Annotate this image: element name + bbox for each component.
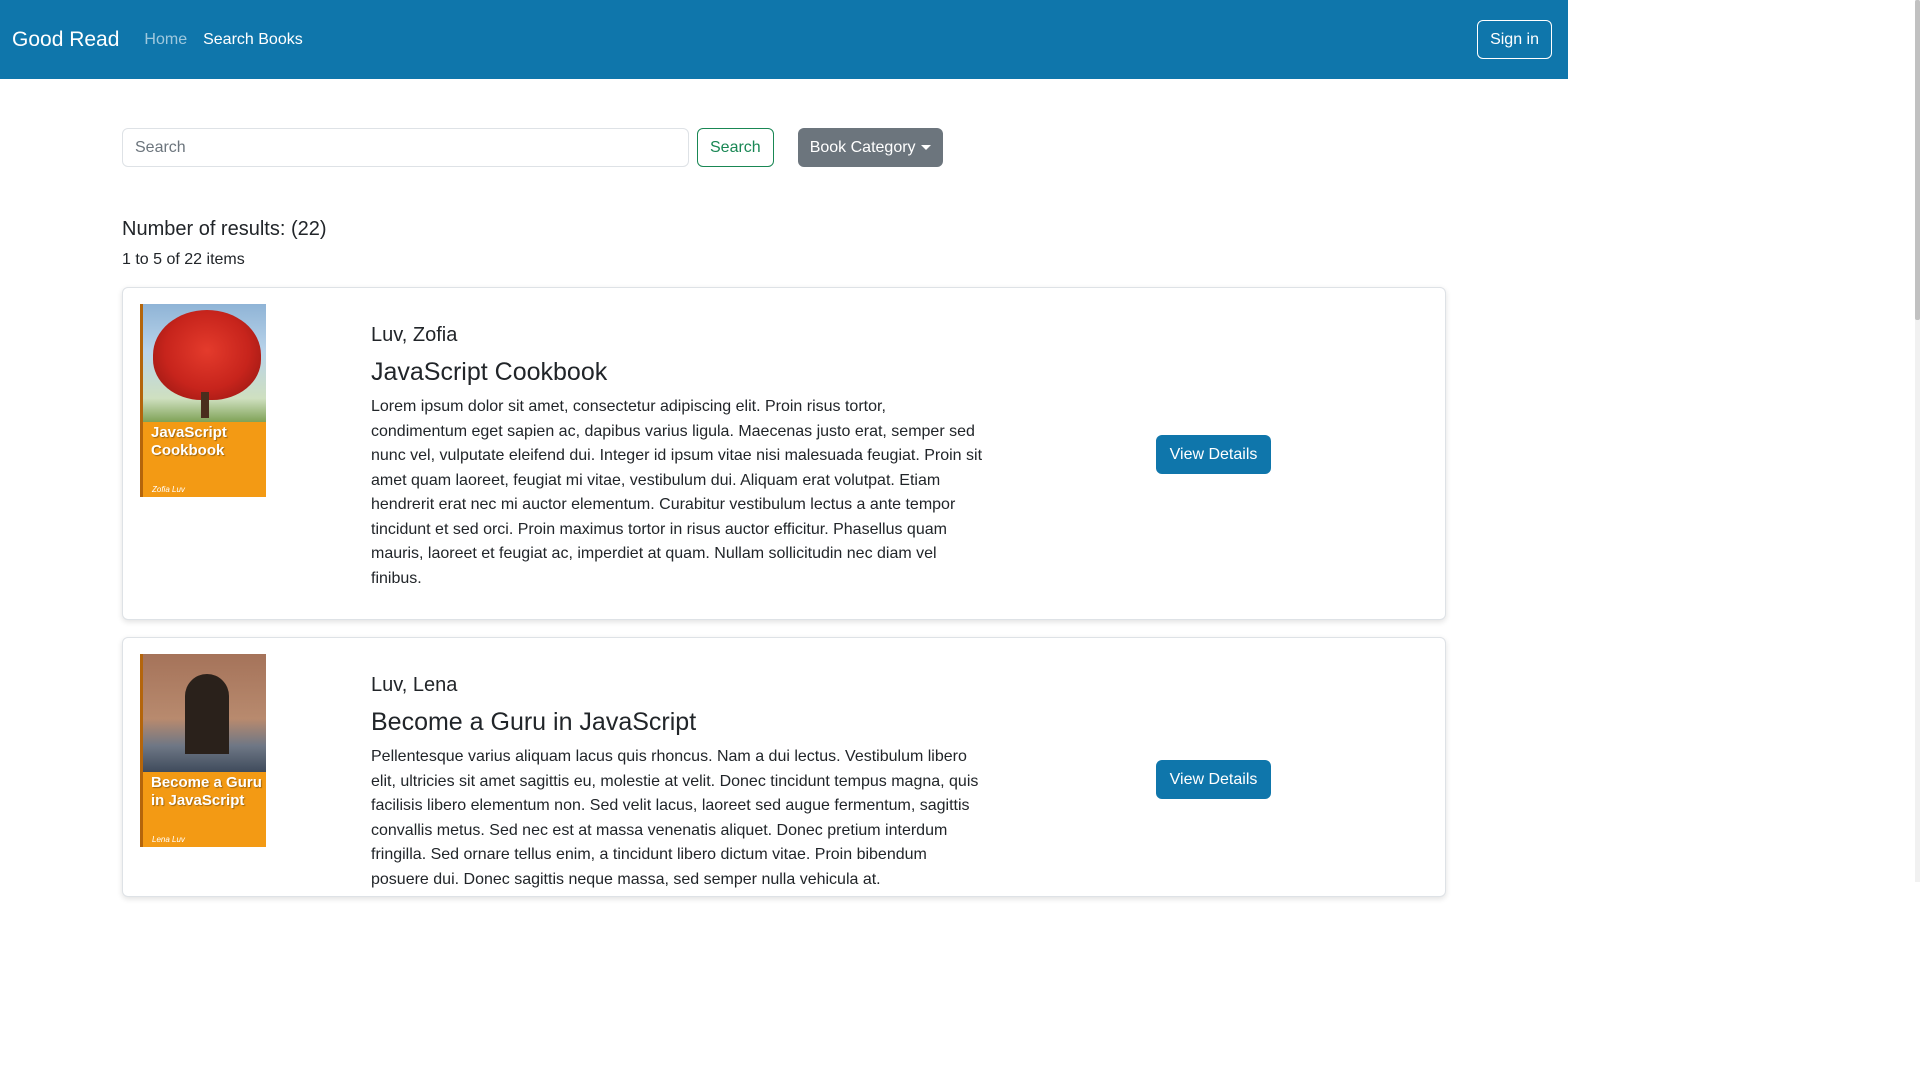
nav-link-search-books[interactable]: Search Books: [203, 31, 303, 49]
book-card: Become a Guru in JavaScript Lena Luv Luv…: [122, 637, 1446, 897]
top-navbar: Good Read Home Search Books Sign in: [0, 0, 1568, 79]
book-info: Luv, Zofia JavaScript Cookbook Lorem ips…: [371, 323, 983, 591]
page-scrollbar[interactable]: [1915, 0, 1920, 882]
book-category-dropdown[interactable]: Book Category: [797, 128, 943, 167]
sign-in-button[interactable]: Sign in: [1477, 20, 1552, 59]
book-description: Pellentesque varius aliquam lacus quis r…: [371, 748, 979, 888]
search-bar: Search Book Category: [122, 128, 1446, 167]
search-button[interactable]: Search: [697, 128, 774, 167]
book-title: Become a Guru in JavaScript: [371, 708, 697, 736]
book-author: Luv, Lena: [371, 674, 458, 696]
cover-photo-tree: [143, 304, 266, 422]
book-cover-image[interactable]: JavaScript Cookbook Zofia Luv: [140, 304, 266, 497]
tree-trunk: [201, 392, 209, 418]
book-info: Luv, Lena Become a Guru in JavaScript Pe…: [371, 673, 983, 892]
book-category-label: Book Category: [809, 138, 916, 156]
tree-canopy: [153, 310, 261, 400]
main-content: Search Book Category Number of results: …: [122, 128, 1446, 897]
search-input[interactable]: [122, 128, 689, 167]
view-details-button[interactable]: View Details: [1156, 435, 1271, 474]
brand-logo[interactable]: Good Read: [12, 28, 119, 52]
cover-author: Lena Luv: [152, 835, 185, 844]
book-cover-image[interactable]: Become a Guru in JavaScript Lena Luv: [140, 654, 266, 847]
cover-title: Become a Guru in JavaScript: [151, 774, 262, 809]
caret-down-icon: [920, 145, 931, 150]
cover-photo-archway: [143, 654, 266, 772]
scrollbar-thumb[interactable]: [1915, 0, 1920, 320]
cover-author: Zofia Luv: [152, 485, 185, 494]
book-author: Luv, Zofia: [371, 324, 458, 346]
book-card: JavaScript Cookbook Zofia Luv Luv, Zofia…: [122, 287, 1446, 620]
book-title: JavaScript Cookbook: [371, 358, 608, 386]
view-details-button[interactable]: View Details: [1156, 760, 1271, 799]
nav-link-home[interactable]: Home: [144, 31, 187, 49]
book-description: Lorem ipsum dolor sit amet, consectetur …: [371, 398, 983, 587]
results-range: 1 to 5 of 22 items: [122, 251, 245, 268]
results-count: Number of results: (22): [122, 218, 327, 240]
archway: [185, 674, 229, 754]
cover-title: JavaScript Cookbook: [151, 424, 227, 459]
